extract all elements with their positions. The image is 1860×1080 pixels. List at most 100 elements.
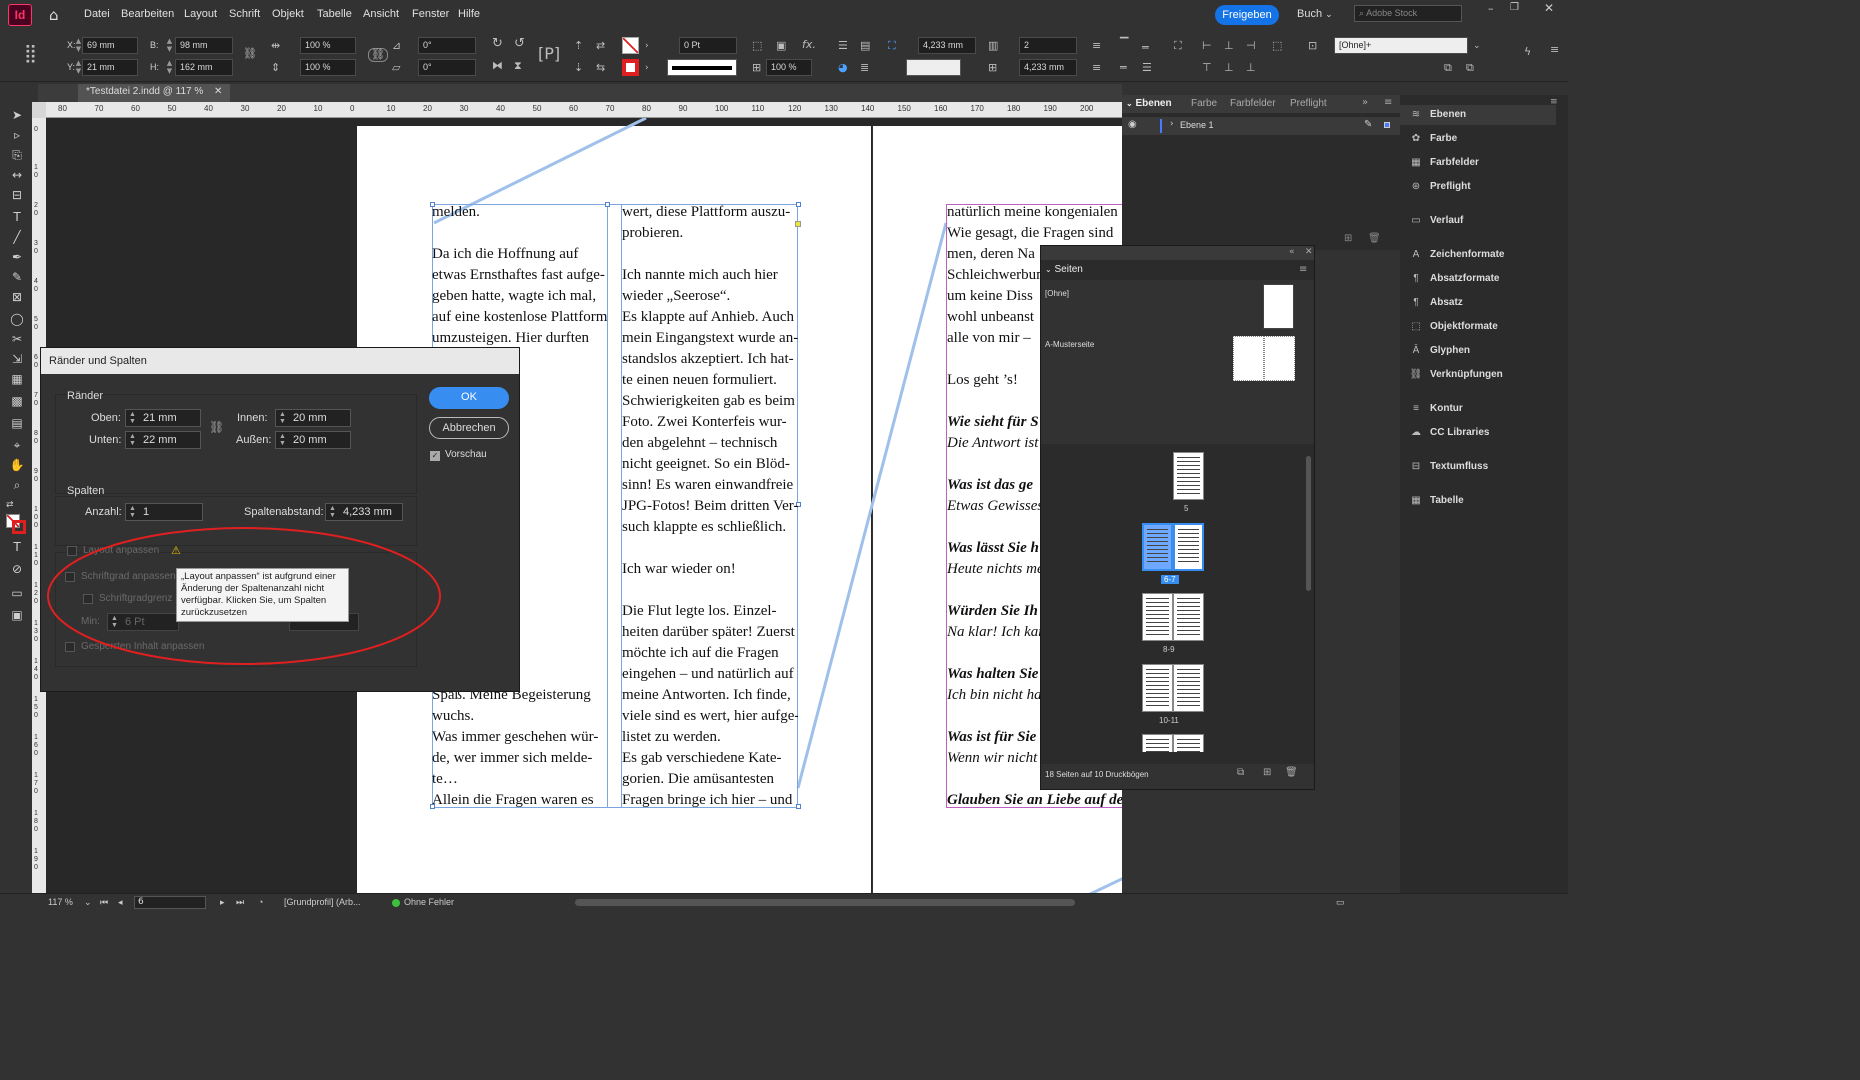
ok-button[interactable]: OK	[429, 387, 509, 409]
dock-farbfelder[interactable]: ▦ Farbfelder	[1408, 153, 1479, 173]
column-gutter-field[interactable]: ▲ ▼ 4,233 mm	[325, 503, 403, 521]
type-tool-icon[interactable]: T	[9, 210, 25, 224]
spread-next[interactable]	[1142, 734, 1204, 752]
w-spinner[interactable]: ▲ ▼	[165, 37, 174, 54]
h-spinner[interactable]: ▲ ▼	[165, 59, 174, 76]
reference-point-icon[interactable]: ⣿	[24, 44, 37, 64]
menu-layout[interactable]: Layout	[184, 8, 217, 20]
dock-absatz[interactable]: ¶ Absatz	[1408, 293, 1462, 313]
minimize-icon[interactable]: –	[1488, 2, 1494, 15]
master-a-left-thumb[interactable]	[1233, 336, 1264, 381]
align-bottom-icon[interactable]: ⊥	[1246, 62, 1256, 74]
fill-swatch[interactable]	[622, 37, 639, 54]
spread-5[interactable]	[1173, 452, 1204, 500]
menu-datei[interactable]: Datei	[84, 8, 110, 20]
cancel-button[interactable]: Abbrechen	[429, 417, 509, 439]
stroke-all-icon[interactable]: ☰	[1142, 62, 1152, 74]
path-text-icon[interactable]: [P]	[538, 44, 560, 64]
gap-tool-icon[interactable]: ↔	[9, 168, 25, 182]
pages-scrollbar[interactable]	[1306, 456, 1311, 591]
height-field[interactable]: 162 mm	[175, 59, 233, 76]
column-count-field[interactable]: ▲ ▼ 1	[125, 503, 203, 521]
scale-y-field[interactable]: 100 %	[300, 59, 356, 76]
pencil-tool-icon[interactable]: ✎	[9, 270, 25, 284]
note-tool-icon[interactable]: ▤	[9, 416, 25, 430]
frame-icon[interactable]: ⛶	[1174, 40, 1182, 52]
page-size-icon[interactable]: ⧉	[1237, 767, 1244, 778]
dock-preflight[interactable]: ⊛ Preflight	[1408, 177, 1471, 197]
rectangle-frame-icon[interactable]: ⊠	[9, 290, 25, 304]
object-style-icon[interactable]: ⊡	[1308, 40, 1317, 52]
restore-icon[interactable]: ❐	[1510, 2, 1519, 13]
stroke-swatch[interactable]	[622, 59, 639, 76]
zoom-tool-icon[interactable]: ⌕	[9, 478, 25, 492]
workspace-switcher[interactable]: Buch ⌄	[1297, 8, 1333, 20]
horizontal-scrollbar[interactable]	[575, 899, 1075, 906]
home-icon[interactable]: ⌂	[49, 6, 59, 24]
pen-tool-icon[interactable]: ✒	[9, 250, 25, 264]
margin-outside-field[interactable]: ▲ ▼ 20 mm	[275, 431, 351, 449]
content-fit-icon[interactable]: ▣	[776, 40, 786, 52]
frame-fit-icon[interactable]: ⬚	[752, 40, 762, 52]
collapse-icon[interactable]: «	[1289, 247, 1295, 257]
margin-top-field[interactable]: ▲ ▼ 21 mm	[125, 409, 201, 427]
next-page-icon[interactable]: ▸	[220, 897, 225, 908]
delete-layer-icon[interactable]: 🗑	[1368, 233, 1381, 244]
line-tool-icon[interactable]: ╱	[9, 230, 25, 244]
link-margins-icon[interactable]: ⛓	[209, 420, 224, 434]
panel-menu-icon[interactable]: ⧉	[1466, 62, 1474, 74]
rotation-field[interactable]: 0°	[418, 37, 476, 54]
layer-row[interactable]: ◉ › Ebene 1 ✎	[1122, 117, 1400, 135]
ellipse-tool-icon[interactable]: ◯	[9, 312, 25, 326]
open-page-icon[interactable]: ◔	[258, 897, 263, 907]
close-icon[interactable]: ✕	[214, 86, 222, 97]
opacity-field[interactable]: 100 %	[766, 59, 812, 76]
justify-bottom-icon[interactable]: ≡	[1092, 62, 1101, 74]
spread-8-9[interactable]	[1142, 593, 1204, 641]
free-transform-icon[interactable]: ⇲	[9, 352, 25, 366]
tab-ebenen[interactable]: ⌄ Ebenen	[1126, 98, 1172, 109]
drop-shadow-icon[interactable]: ◕	[838, 62, 848, 74]
select-next-icon[interactable]: ⇆	[596, 62, 605, 74]
gradient-feather-icon[interactable]: ▩	[9, 394, 25, 408]
chevron-down-icon[interactable]: ⌄	[1473, 40, 1481, 52]
x-field[interactable]: 69 mm	[82, 37, 138, 54]
dock-absatzformate[interactable]: ¶ Absatzformate	[1408, 269, 1499, 289]
dock-cc-libraries[interactable]: ☁ CC Libraries	[1408, 423, 1489, 443]
lightning-icon[interactable]: ϟ	[1524, 46, 1531, 58]
menu-bearbeiten[interactable]: Bearbeiten	[121, 8, 174, 20]
tab-preflight[interactable]: Preflight	[1290, 98, 1327, 109]
menu-objekt[interactable]: Objekt	[272, 8, 304, 20]
select-container-icon[interactable]: ⇡	[574, 40, 583, 52]
master-a-label[interactable]: A-Musterseite	[1045, 340, 1094, 349]
eyedropper-icon[interactable]: ⌖	[9, 438, 25, 452]
align-text-icon[interactable]: ≣	[860, 62, 869, 74]
select-prev-icon[interactable]: ⇄	[596, 40, 605, 52]
chevron-right-icon[interactable]: ›	[645, 62, 649, 74]
gutter-swatch[interactable]	[906, 59, 961, 76]
menu-ansicht[interactable]: Ansicht	[363, 8, 399, 20]
page-number-field[interactable]: 6	[134, 896, 206, 909]
margin-bottom-field[interactable]: ▲ ▼ 22 mm	[125, 431, 201, 449]
chevron-right-icon[interactable]: ›	[645, 40, 649, 52]
preview-mode-icon[interactable]: ▣	[9, 608, 25, 622]
scissors-icon[interactable]: ✂	[9, 332, 25, 346]
close-icon[interactable]: ✕	[1544, 1, 1554, 15]
dock-ebenen[interactable]: ≋ Ebenen	[1400, 105, 1556, 125]
delete-page-icon[interactable]: 🗑	[1285, 767, 1298, 778]
shear-field[interactable]: 0°	[418, 59, 476, 76]
select-content-icon[interactable]: ⇣	[574, 62, 583, 74]
align-right-icon[interactable]: ⊣	[1246, 40, 1256, 52]
preview-checkbox[interactable]: ✓	[430, 451, 440, 461]
hand-tool-icon[interactable]: ✋	[9, 458, 25, 472]
master-a-right-thumb[interactable]	[1264, 336, 1295, 381]
spread-10-11[interactable]	[1142, 664, 1204, 712]
rotate-cw-icon[interactable]: ↻	[492, 37, 503, 50]
panel-menu-icon[interactable]: ≡	[1384, 97, 1392, 108]
content-collector-icon[interactable]: ⊟	[9, 188, 25, 202]
new-layer-icon[interactable]: ⊞	[1344, 233, 1352, 244]
zoom-level[interactable]: 117 %	[48, 897, 73, 907]
text-wrap-icon[interactable]: ☰	[838, 40, 848, 52]
menu-hilfe[interactable]: Hilfe	[458, 8, 480, 20]
stroke-mid-icon[interactable]: ═	[1142, 42, 1149, 54]
